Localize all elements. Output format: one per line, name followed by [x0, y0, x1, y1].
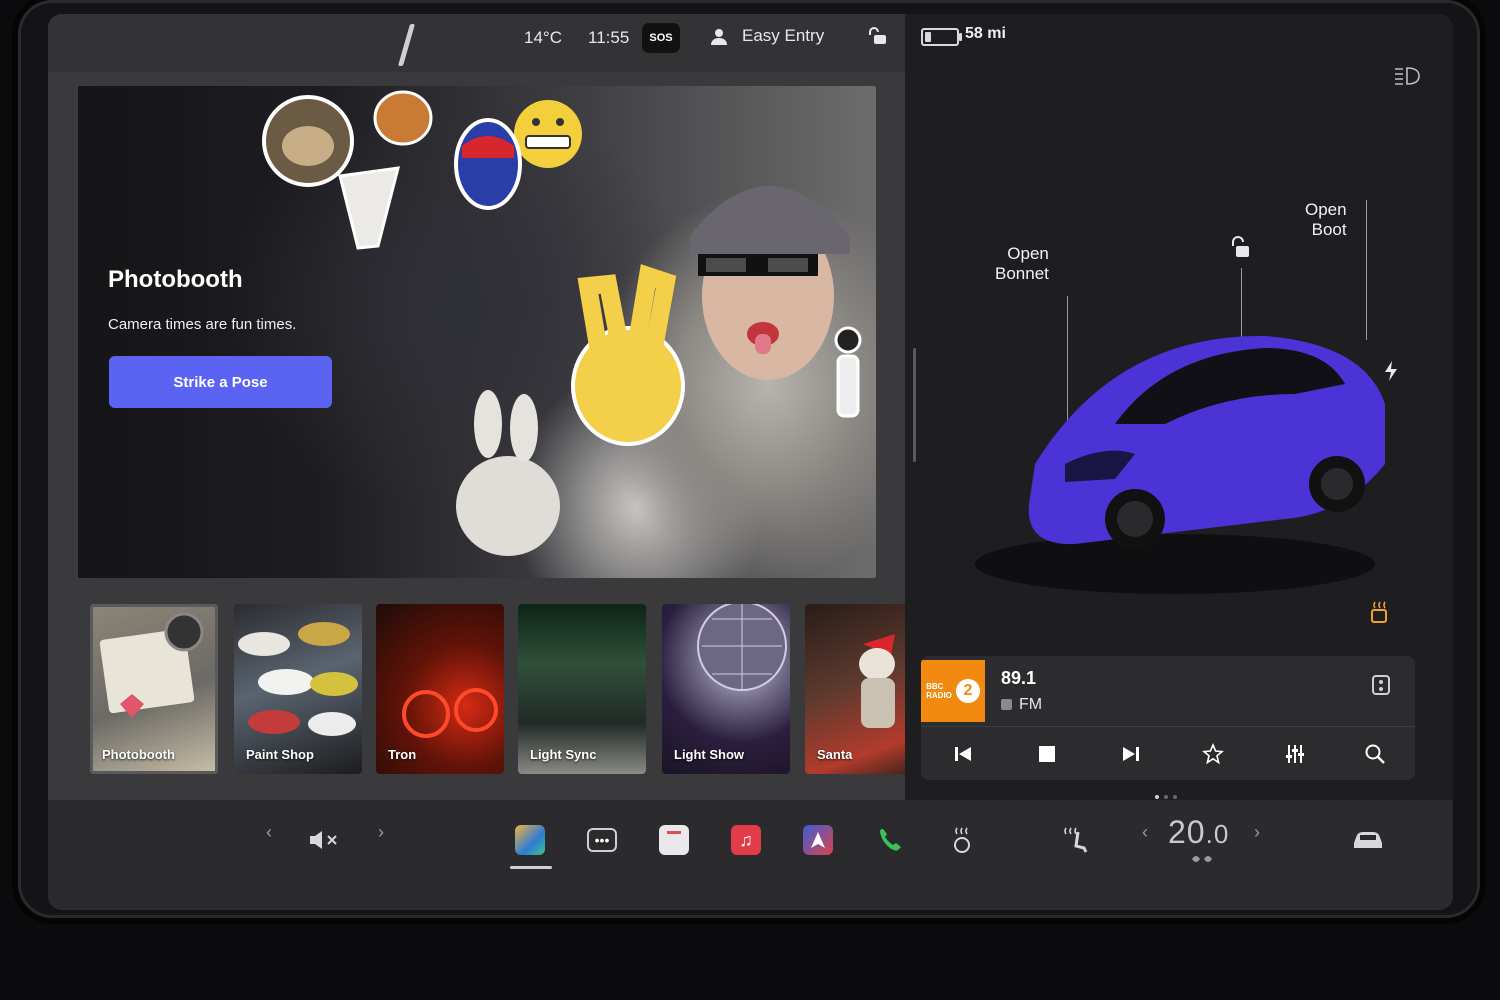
- open-bonnet-label: Open Bonnet: [995, 244, 1049, 283]
- tile-light-sync[interactable]: Light Sync: [518, 604, 646, 774]
- cabin-temperature[interactable]: 20.0: [1168, 814, 1229, 851]
- stop-icon[interactable]: [1031, 738, 1063, 770]
- tile-label: Photobooth: [102, 747, 175, 762]
- radio-source-icon[interactable]: [1371, 674, 1391, 701]
- photobooth-hero: Photobooth Camera times are fun times. S…: [78, 86, 876, 578]
- tile-label: Paint Shop: [246, 747, 314, 762]
- temp-up-chevron-icon[interactable]: ›: [1254, 822, 1260, 843]
- navigation-icon[interactable]: [798, 820, 838, 860]
- strike-a-pose-button[interactable]: Strike a Pose: [109, 356, 332, 408]
- fan-icon: [1188, 852, 1216, 870]
- temp-decimal: .0: [1205, 819, 1230, 849]
- tile-label: Light Show: [674, 747, 745, 762]
- photobooth-subtitle: Camera times are fun times.: [108, 316, 297, 333]
- active-app-indicator: [510, 866, 552, 869]
- open-boot-button[interactable]: Open Boot: [1305, 200, 1347, 240]
- strike-a-pose-label: Strike a Pose: [173, 373, 268, 391]
- temp-down-chevron-icon[interactable]: ‹: [1142, 822, 1148, 843]
- phone-icon[interactable]: [870, 820, 910, 860]
- signal-icon: [1001, 699, 1012, 710]
- sos-label: SOS: [649, 32, 673, 44]
- media-controls: [921, 730, 1415, 778]
- station-logo-text: BBC RADIO: [926, 682, 952, 700]
- toybox-icon[interactable]: [510, 820, 550, 860]
- photobooth-title: Photobooth: [108, 266, 243, 293]
- search-icon[interactable]: [1359, 738, 1391, 770]
- charge-port-icon[interactable]: [1383, 360, 1399, 387]
- camp-mode-icon[interactable]: [1369, 600, 1391, 629]
- station-logo: BBC RADIO 2: [921, 660, 985, 722]
- station-frequency: 89.1: [1001, 668, 1037, 688]
- car-icon[interactable]: [1348, 820, 1388, 860]
- status-bar: 14°C 11:55 SOS Easy Entry: [48, 14, 905, 72]
- next-track-icon[interactable]: [1115, 738, 1147, 770]
- equalizer-icon[interactable]: [1279, 738, 1311, 770]
- range-readout: 58 mi: [965, 25, 1006, 42]
- more-apps-icon[interactable]: •••: [582, 820, 622, 860]
- station-band: FM: [1019, 696, 1043, 713]
- app-pane: 14°C 11:55 SOS Easy Entry Photobooth Cam…: [48, 14, 930, 800]
- clock: 11:55: [588, 28, 630, 47]
- favorite-star-icon[interactable]: [1197, 738, 1229, 770]
- touchscreen: 14°C 11:55 SOS Easy Entry Photobooth Cam…: [48, 14, 1453, 910]
- tile-light-show[interactable]: Light Show: [662, 604, 790, 774]
- outside-temperature: 14°C: [524, 28, 562, 47]
- camera-indicator: [397, 24, 416, 66]
- volume-down-chevron-icon[interactable]: ‹: [266, 822, 272, 843]
- battery-icon: [921, 28, 962, 46]
- seat-heater-icon[interactable]: [942, 820, 982, 860]
- tile-label: Light Sync: [530, 747, 597, 762]
- tile-paint-shop[interactable]: Paint Shop: [234, 604, 362, 774]
- temp-whole: 20: [1168, 814, 1206, 850]
- tile-tron[interactable]: Tron: [376, 604, 504, 774]
- pane-resize-handle[interactable]: [913, 348, 916, 462]
- volume-mute-icon[interactable]: [304, 820, 344, 860]
- calendar-icon[interactable]: [654, 820, 694, 860]
- tile-photobooth[interactable]: Photobooth: [90, 604, 218, 774]
- tile-label: Santa: [817, 747, 853, 762]
- bottom-dock: ‹ › ••• ♫ ‹ 20.0 ›: [48, 800, 1453, 910]
- sos-button[interactable]: SOS: [642, 23, 680, 53]
- toybox-carousel: Photobooth Paint Shop Tron Light Sync Li…: [90, 604, 930, 774]
- vehicle-3d-model[interactable]: [965, 314, 1385, 604]
- open-boot-label: Open Boot: [1305, 200, 1347, 239]
- door-unlock-icon[interactable]: [1229, 236, 1251, 265]
- heated-seat-icon[interactable]: [1054, 820, 1094, 860]
- station-number: 2: [955, 679, 980, 703]
- driver-profile[interactable]: Easy Entry: [742, 26, 824, 46]
- vehicle-pane: 58 mi Open Bonnet Open Boot BBC RADIO 2 …: [905, 14, 1453, 800]
- music-icon[interactable]: ♫: [726, 820, 766, 860]
- media-divider: [921, 726, 1415, 727]
- tile-label: Tron: [388, 747, 417, 762]
- open-bonnet-button[interactable]: Open Bonnet: [995, 244, 1049, 284]
- auto-headlight-icon[interactable]: [1393, 66, 1421, 91]
- volume-up-chevron-icon[interactable]: ›: [378, 822, 384, 843]
- previous-track-icon[interactable]: [947, 738, 979, 770]
- media-player: BBC RADIO 2 89.1 FM: [921, 656, 1415, 780]
- user-icon[interactable]: [710, 28, 728, 51]
- lock-icon[interactable]: [868, 26, 888, 51]
